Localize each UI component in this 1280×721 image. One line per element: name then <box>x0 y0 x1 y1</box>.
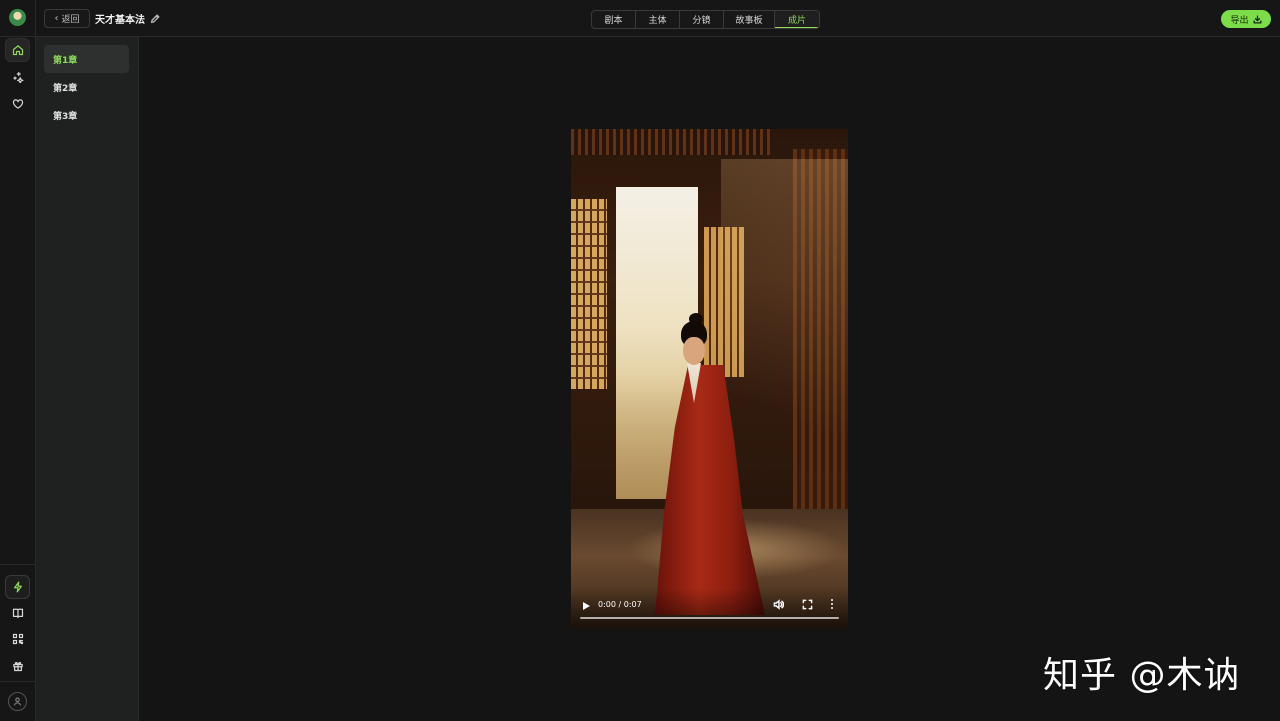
edit-title-button[interactable] <box>150 13 160 24</box>
workflow-tabs: 剧本 主体 分镜 故事板 成片 <box>591 10 820 29</box>
volume-icon <box>773 599 785 610</box>
project-title: 天才基本法 <box>95 15 145 26</box>
download-icon <box>1252 14 1262 24</box>
flash-icon <box>13 581 22 593</box>
user-icon <box>13 697 22 706</box>
qr-code-button[interactable] <box>5 627 30 651</box>
rail-divider <box>0 681 36 682</box>
video-time: 0:00 / 0:07 <box>598 600 642 609</box>
avatar[interactable] <box>8 692 27 711</box>
rail-divider <box>0 36 36 37</box>
play-icon <box>583 602 590 610</box>
more-options-button[interactable] <box>829 598 835 610</box>
fullscreen-icon <box>802 599 813 610</box>
tab-storyboard[interactable]: 故事板 <box>724 11 775 28</box>
chapter-item-1[interactable]: 第1章 <box>44 45 129 73</box>
video-scene-figure <box>649 313 769 619</box>
qr-code-icon <box>12 633 23 645</box>
fullscreen-button[interactable] <box>802 599 813 610</box>
tab-script[interactable]: 剧本 <box>592 11 636 28</box>
tab-subjects[interactable]: 主体 <box>636 11 680 28</box>
volume-button[interactable] <box>773 599 785 610</box>
chapter-item-2[interactable]: 第2章 <box>44 73 129 101</box>
gift-button[interactable] <box>5 654 30 678</box>
video-scene-lattice <box>571 129 771 155</box>
gift-icon <box>12 661 23 672</box>
watermark-text: 知乎 @木讷 <box>1043 655 1241 696</box>
rail-divider <box>0 564 36 565</box>
chapter-list: 第1章 第2章 第3章 <box>36 37 139 721</box>
home-icon <box>12 45 23 56</box>
guide-button[interactable] <box>5 601 30 625</box>
play-button[interactable] <box>581 600 591 610</box>
sparkles-icon <box>12 71 23 83</box>
book-icon <box>12 608 23 619</box>
tab-storyboard-shots[interactable]: 分镜 <box>680 11 724 28</box>
chapter-item-3[interactable]: 第3章 <box>44 101 129 129</box>
credits-button[interactable] <box>5 575 30 599</box>
top-bar: ‹ 返回 天才基本法 剧本 主体 分镜 故事板 成片 导出 <box>36 0 1280 37</box>
icon-rail <box>0 0 36 721</box>
back-button[interactable]: ‹ 返回 <box>44 9 90 28</box>
tab-final-video[interactable]: 成片 <box>775 11 819 28</box>
video-scene-window-bars <box>571 199 607 389</box>
home-button[interactable] <box>5 38 30 62</box>
ai-tools-button[interactable] <box>5 65 30 89</box>
video-player[interactable]: 0:00 / 0:07 <box>571 129 848 628</box>
export-button[interactable]: 导出 <box>1221 10 1271 28</box>
export-button-label: 导出 <box>1230 15 1249 26</box>
video-controls: 0:00 / 0:07 <box>571 588 848 628</box>
chevron-left-icon: ‹ <box>54 12 59 24</box>
back-button-label: 返回 <box>61 15 80 25</box>
more-vertical-icon <box>831 599 833 609</box>
pencil-icon <box>150 14 160 24</box>
video-progress-bar[interactable] <box>580 617 839 619</box>
app-logo[interactable] <box>9 9 26 26</box>
heart-icon <box>12 99 23 109</box>
favorites-button[interactable] <box>5 92 30 116</box>
